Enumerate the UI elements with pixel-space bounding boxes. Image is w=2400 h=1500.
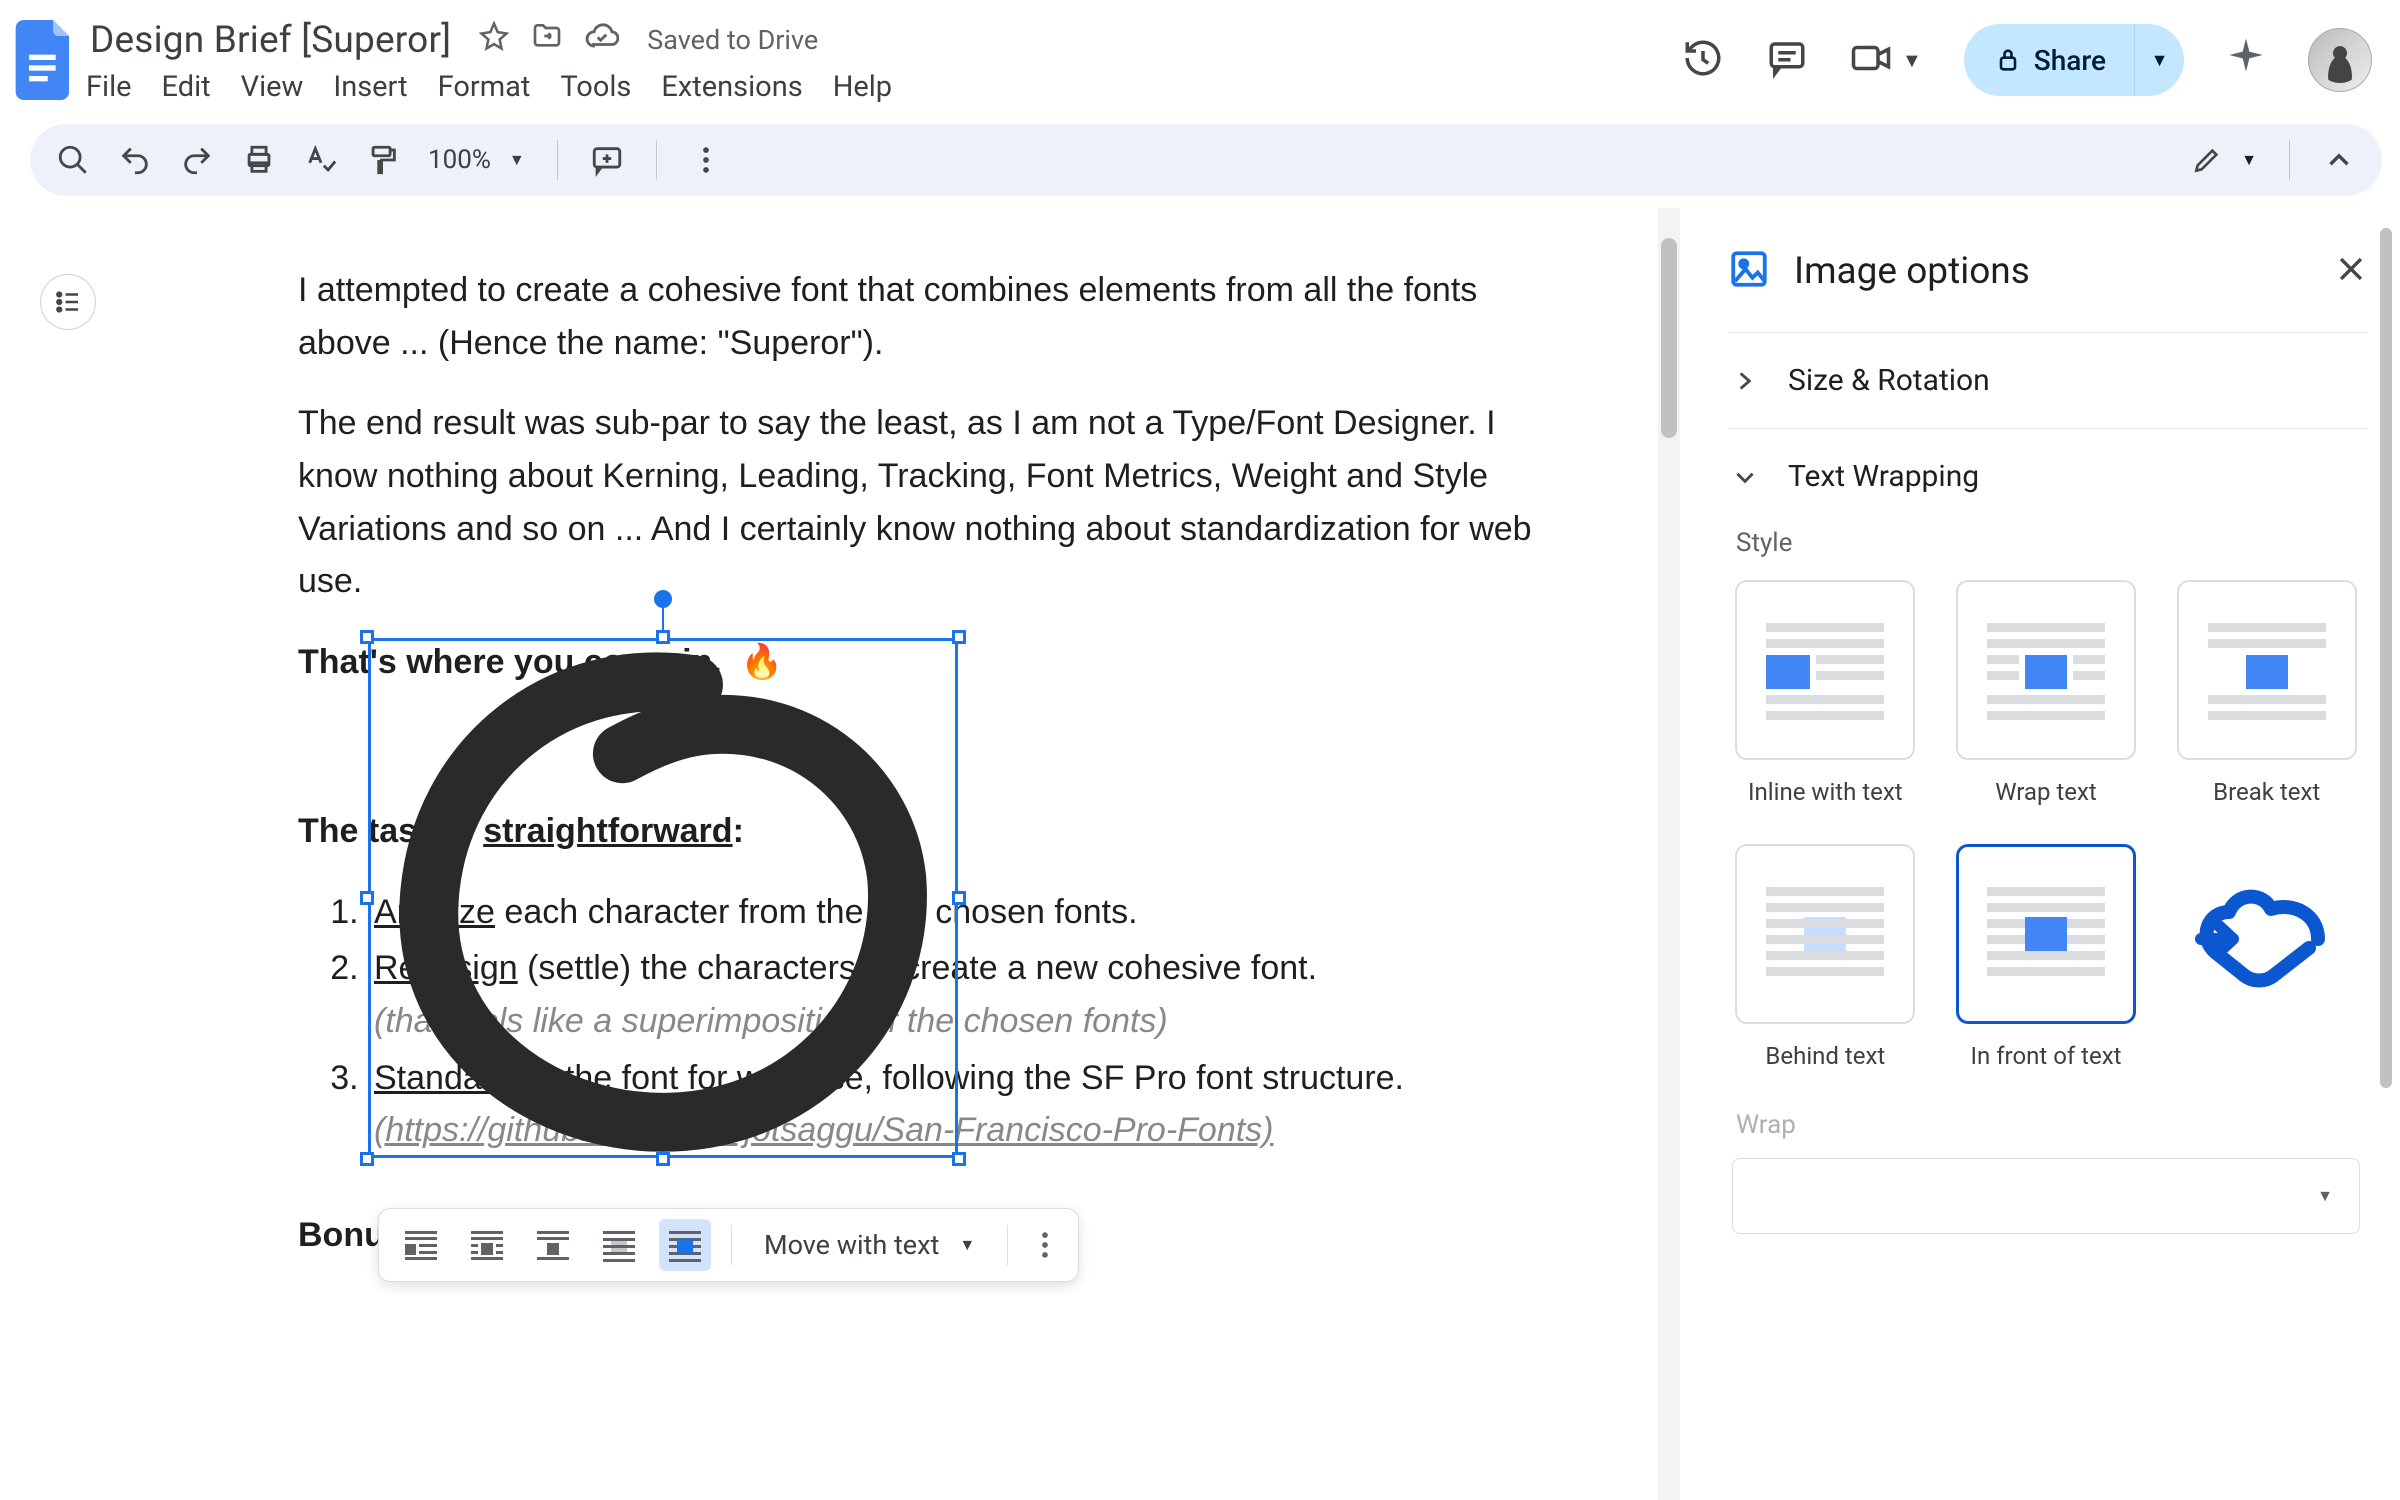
menubar: File Edit View Insert Format Tools Exten… bbox=[86, 70, 892, 104]
comments-icon[interactable] bbox=[1766, 37, 1808, 83]
menu-extensions[interactable]: Extensions bbox=[661, 70, 802, 104]
separator bbox=[2289, 140, 2290, 180]
menu-view[interactable]: View bbox=[241, 70, 304, 104]
menu-tools[interactable]: Tools bbox=[560, 70, 631, 104]
wrap-option-inline[interactable] bbox=[1735, 580, 1915, 760]
section-size-rotation[interactable]: Size & Rotation bbox=[1728, 333, 2368, 429]
resize-handle-br[interactable] bbox=[952, 1152, 966, 1166]
spellcheck-icon[interactable] bbox=[304, 143, 338, 177]
close-icon[interactable] bbox=[2334, 252, 2368, 290]
image-icon bbox=[1728, 248, 1770, 294]
gemini-icon[interactable] bbox=[2226, 35, 2266, 85]
resize-handle-tl[interactable] bbox=[360, 630, 374, 644]
wrap-in-front-icon[interactable] bbox=[659, 1219, 711, 1271]
wrap-label: Break text bbox=[2173, 778, 2360, 806]
menu-help[interactable]: Help bbox=[833, 70, 892, 104]
chevron-down-icon: ▼ bbox=[2317, 1186, 2333, 1206]
wrap-label: Behind text bbox=[1732, 1042, 1919, 1070]
zoom-dropdown[interactable]: 100% ▼ bbox=[428, 145, 525, 175]
wrap-break-icon[interactable] bbox=[527, 1219, 579, 1271]
zoom-value: 100% bbox=[428, 145, 491, 175]
selection-border bbox=[368, 638, 958, 1158]
search-icon[interactable] bbox=[56, 143, 90, 177]
wrap-dropdown[interactable]: ▼ bbox=[1732, 1158, 2360, 1234]
move-to-folder-icon[interactable] bbox=[531, 20, 563, 60]
paint-format-icon[interactable] bbox=[366, 143, 400, 177]
toolbar: 100% ▼ ▼ bbox=[30, 124, 2382, 196]
chevron-down-icon: ▼ bbox=[509, 150, 525, 170]
document-outline-button[interactable] bbox=[40, 274, 96, 330]
separator bbox=[731, 1225, 732, 1265]
resize-handle-mr[interactable] bbox=[952, 891, 966, 905]
move-with-text-dropdown[interactable]: Move with text ▼ bbox=[752, 1229, 987, 1261]
wrap-option-in-front[interactable] bbox=[1956, 844, 2136, 1024]
sidebar-scrollbar[interactable] bbox=[2378, 228, 2394, 1500]
wrap-section-label: Wrap bbox=[1736, 1110, 2360, 1140]
share-dropdown[interactable]: ▼ bbox=[2134, 24, 2184, 96]
docs-logo[interactable] bbox=[10, 15, 80, 105]
wrap-option-behind[interactable] bbox=[1735, 844, 1915, 1024]
paragraph[interactable]: The end result was sub-par to say the le… bbox=[298, 397, 1558, 608]
resize-handle-bl[interactable] bbox=[360, 1152, 374, 1166]
wrap-option-wrap[interactable] bbox=[1956, 580, 2136, 760]
separator bbox=[1007, 1225, 1008, 1265]
section-text-wrapping[interactable]: Text Wrapping Style Inline with text bbox=[1728, 429, 2368, 1264]
paragraph[interactable]: I attempted to create a cohesive font th… bbox=[298, 264, 1558, 369]
more-icon[interactable] bbox=[689, 143, 723, 177]
history-icon[interactable] bbox=[1682, 37, 1724, 83]
saved-status: Saved to Drive bbox=[647, 24, 818, 56]
menu-edit[interactable]: Edit bbox=[162, 70, 211, 104]
wrap-inline-icon[interactable] bbox=[395, 1219, 447, 1271]
separator bbox=[656, 140, 657, 180]
document-title[interactable]: Design Brief [Superor] bbox=[86, 17, 455, 64]
print-icon[interactable] bbox=[242, 143, 276, 177]
wrap-text-icon[interactable] bbox=[461, 1219, 513, 1271]
editing-mode-dropdown[interactable]: ▼ bbox=[2191, 144, 2257, 176]
resize-handle-ml[interactable] bbox=[360, 891, 374, 905]
separator bbox=[557, 140, 558, 180]
selected-image[interactable] bbox=[368, 638, 958, 1158]
collapse-toolbar-icon[interactable] bbox=[2322, 143, 2356, 177]
menu-insert[interactable]: Insert bbox=[333, 70, 407, 104]
rotation-line bbox=[662, 606, 664, 632]
account-avatar[interactable] bbox=[2308, 28, 2372, 92]
resize-handle-tm[interactable] bbox=[656, 630, 670, 644]
chevron-down-icon: ▼ bbox=[959, 1235, 975, 1255]
document-canvas[interactable]: I attempted to create a cohesive font th… bbox=[108, 208, 1680, 1500]
add-comment-icon[interactable] bbox=[590, 143, 624, 177]
resize-handle-bm[interactable] bbox=[656, 1152, 670, 1166]
wrap-behind-icon[interactable] bbox=[593, 1219, 645, 1271]
chevron-down-icon: ▼ bbox=[2241, 150, 2257, 170]
undo-icon[interactable] bbox=[118, 143, 152, 177]
wrap-label: Wrap text bbox=[1953, 778, 2140, 806]
star-icon[interactable] bbox=[479, 21, 509, 59]
wrap-label: Inline with text bbox=[1732, 778, 1919, 806]
scrollbar-thumb[interactable] bbox=[1661, 238, 1677, 438]
scrollbar-thumb[interactable] bbox=[2380, 228, 2392, 1088]
meet-button[interactable]: ▼ bbox=[1850, 37, 1922, 83]
image-wrap-floating-toolbar: Move with text ▼ bbox=[378, 1208, 1079, 1282]
vertical-scrollbar[interactable] bbox=[1658, 208, 1680, 1500]
redo-icon[interactable] bbox=[180, 143, 214, 177]
more-icon[interactable] bbox=[1028, 1228, 1062, 1262]
share-button[interactable]: Share bbox=[1964, 24, 2134, 96]
chevron-down-icon: ▼ bbox=[1902, 48, 1922, 73]
chevron-down-icon: ▼ bbox=[2151, 50, 2169, 71]
sidebar-title: Image options bbox=[1794, 250, 2310, 293]
style-label: Style bbox=[1736, 528, 2360, 558]
menu-file[interactable]: File bbox=[86, 70, 132, 104]
resize-handle-tr[interactable] bbox=[952, 630, 966, 644]
pointer-cursor-icon bbox=[2193, 884, 2333, 998]
wrap-label: In front of text bbox=[1953, 1042, 2140, 1070]
rotation-handle[interactable] bbox=[654, 590, 672, 608]
share-label: Share bbox=[2034, 44, 2106, 77]
wrap-option-break[interactable] bbox=[2177, 580, 2357, 760]
menu-format[interactable]: Format bbox=[438, 70, 531, 104]
cloud-saved-icon[interactable] bbox=[585, 19, 619, 61]
